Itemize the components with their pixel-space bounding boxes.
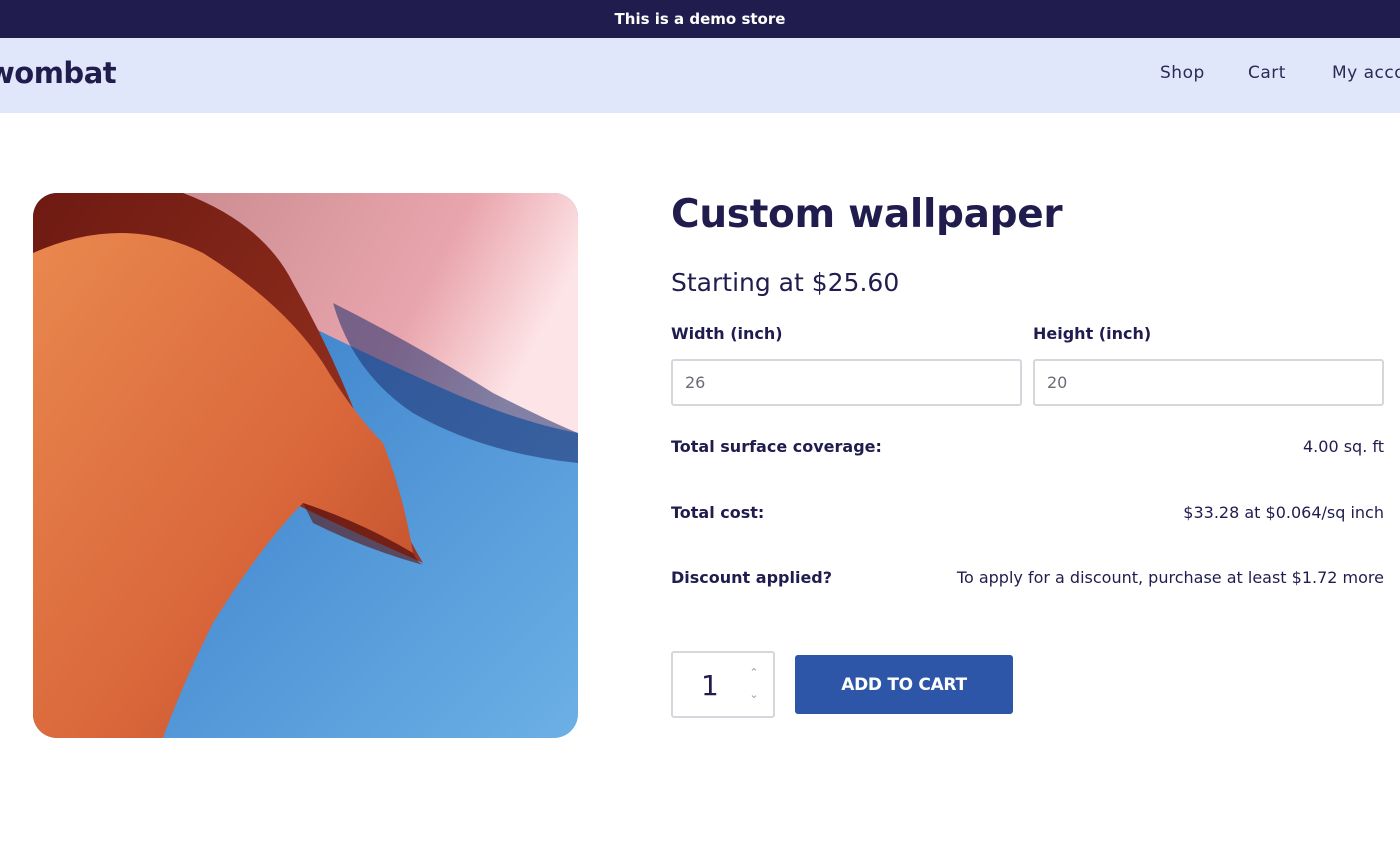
chevron-down-icon[interactable]: ⌄ bbox=[747, 689, 761, 701]
width-input[interactable] bbox=[671, 359, 1022, 406]
total-cost-value: $33.28 at $0.064/sq inch bbox=[1183, 503, 1384, 522]
coverage-value: 4.00 sq. ft bbox=[1303, 437, 1384, 456]
banner-text: This is a demo store bbox=[614, 10, 786, 28]
chevron-up-icon[interactable]: ⌃ bbox=[747, 667, 761, 679]
total-cost-label: Total cost: bbox=[671, 503, 765, 522]
discount-label: Discount applied? bbox=[671, 568, 833, 587]
nav-link-shop[interactable]: Shop bbox=[1160, 63, 1205, 83]
nav-link-my-account[interactable]: My acco bbox=[1332, 63, 1400, 83]
discount-value: To apply for a discount, purchase at lea… bbox=[956, 568, 1384, 587]
product-price: Starting at $25.60 bbox=[671, 268, 900, 297]
coverage-label: Total surface coverage: bbox=[671, 437, 882, 456]
width-label: Width (inch) bbox=[671, 324, 783, 343]
demo-store-banner: This is a demo store bbox=[0, 0, 1400, 38]
site-header: wombat Shop Cart My acco bbox=[0, 38, 1400, 113]
product-image bbox=[33, 193, 578, 738]
quantity-value[interactable]: 1 bbox=[701, 669, 719, 702]
nav-link-cart[interactable]: Cart bbox=[1248, 63, 1286, 83]
product-title: Custom wallpaper bbox=[671, 192, 1063, 237]
site-logo[interactable]: wombat bbox=[0, 56, 117, 90]
height-label: Height (inch) bbox=[1033, 324, 1152, 343]
height-input[interactable] bbox=[1033, 359, 1384, 406]
quantity-stepper[interactable]: 1 ⌃ ⌄ bbox=[671, 651, 775, 718]
add-to-cart-button[interactable]: ADD TO CART bbox=[795, 655, 1013, 714]
